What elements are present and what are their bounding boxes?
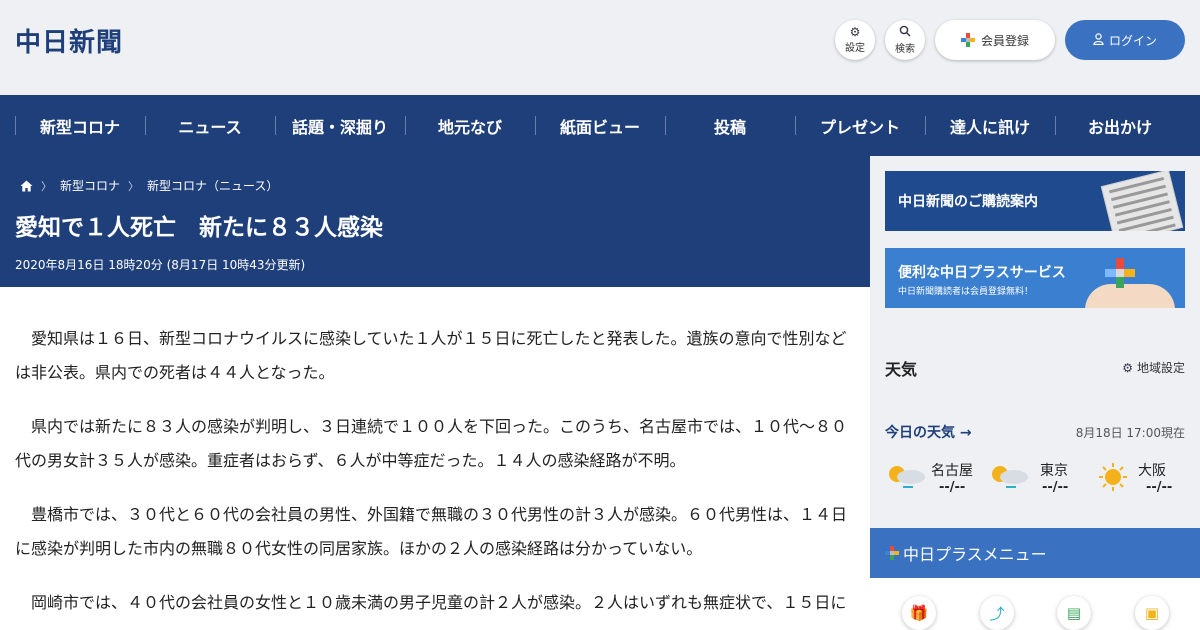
plus-menu-label: 中日プラスメニュー	[903, 545, 1047, 564]
weather-city-nagoya[interactable]: 名古屋 --/--	[885, 458, 985, 498]
chunichi-plus-icon	[1105, 258, 1135, 288]
plus-service-banner[interactable]: 便利な中日プラスサービス 中日新聞購読者は会員登録無料！	[885, 248, 1185, 308]
breadcrumb-item[interactable]: 新型コロナ	[60, 177, 120, 194]
subscription-banner-label: 中日新聞のご購読案内	[898, 194, 1038, 210]
search-label: 検索	[895, 44, 915, 55]
global-nav: 新型コロナ ニュース 話題・深掘り 地元なび 紙面ビュー 投稿 プレゼント 達人…	[0, 95, 1200, 156]
city-temp: --/--	[1042, 480, 1069, 495]
search-button[interactable]: 検索	[885, 20, 925, 60]
site-logo[interactable]: 中日新聞	[15, 22, 123, 59]
city-temp: --/--	[1146, 480, 1173, 495]
chunichi-plus-icon	[885, 546, 899, 560]
nav-item-topics[interactable]: 話題・深掘り	[275, 95, 405, 156]
route-icon[interactable]: ⤴	[980, 596, 1014, 630]
article-title: 愛知で１人死亡 新たに８３人感染	[15, 215, 383, 241]
region-settings-link[interactable]: ⚙ 地域設定	[1122, 359, 1185, 376]
chevron-right-icon: 〉	[128, 179, 140, 193]
article-paragraph: 県内では新たに８３人の感染が判明し、３日連続で１００人を下回った。このうち、名古…	[15, 417, 848, 470]
gift-icon[interactable]: 🎁	[902, 596, 936, 630]
home-icon[interactable]	[20, 180, 33, 192]
article-paragraph: 豊橋市では、３０代と６０代の会社員の男性、外国籍で無職の３０代男性の計３人が感染…	[15, 505, 848, 558]
nav-item-news[interactable]: ニュース	[145, 95, 275, 156]
sidebar: 中日新聞のご購読案内 便利な中日プラスサービス 中日新聞購読者は会員登録無料！ …	[870, 156, 1200, 630]
settings-label: 設定	[845, 43, 865, 54]
plus-service-subtitle: 中日新聞購読者は会員登録無料！	[898, 287, 1034, 297]
breadcrumb-item[interactable]: 新型コロナ（ニュース）	[147, 177, 278, 194]
chunichi-plus-icon	[960, 33, 975, 47]
article-paragraph: 岡崎市では、４０代の会社員の女性と１０歳未満の男子児童の計２人が感染。２人はいず…	[31, 593, 847, 612]
settings-button[interactable]: ⚙ 設定	[835, 20, 875, 60]
nav-item-paper-view[interactable]: 紙面ビュー	[535, 95, 665, 156]
article-date: 2020年8月16日 18時20分 (8月17日 10時43分更新)	[15, 258, 306, 272]
region-settings-label: 地域設定	[1136, 361, 1185, 375]
nav-item-corona[interactable]: 新型コロナ	[15, 95, 145, 156]
chevron-right-icon: 〉	[41, 179, 52, 193]
subscription-banner[interactable]: 中日新聞のご購読案内	[885, 171, 1185, 231]
register-button[interactable]: 会員登録	[935, 20, 1055, 60]
nav-item-post[interactable]: 投稿	[665, 95, 795, 156]
plus-menu-icons: 🎁 ⤴ ▤ ▣	[870, 578, 1200, 630]
nav-item-local[interactable]: 地元なび	[405, 95, 535, 156]
city-temp: --/--	[939, 480, 966, 495]
sun-cloud-rain-icon	[992, 466, 1028, 488]
city-name: 名古屋	[931, 463, 973, 479]
newspaper-icon	[1100, 171, 1184, 231]
site-header: 中日新聞 ⚙ 設定 検索 会員登録 ログイン	[0, 0, 1200, 95]
nav-item-present[interactable]: プレゼント	[795, 95, 925, 156]
today-weather-link[interactable]: 今日の天気 →	[885, 422, 972, 442]
breadcrumb: 〉 新型コロナ 〉 新型コロナ（ニュース）	[20, 177, 278, 194]
article-paragraph: 愛知県は１６日、新型コロナウイルスに感染していた１人が１５日に死亡したと発表した…	[15, 329, 847, 382]
plus-menu-header[interactable]: 中日プラスメニュー	[870, 528, 1200, 578]
search-icon	[899, 25, 911, 40]
gear-icon: ⚙	[849, 25, 861, 39]
weather-city-osaka[interactable]: 大阪 --/--	[1092, 458, 1192, 498]
article-body: 愛知県は１６日、新型コロナウイルスに感染していた１人が１５日に死亡したと発表した…	[15, 322, 850, 630]
nav-item-experts[interactable]: 達人に訊け	[925, 95, 1055, 156]
article-header: 〉 新型コロナ 〉 新型コロナ（ニュース） 愛知で１人死亡 新たに８３人感染 2…	[0, 156, 870, 287]
weather-title: 天気	[885, 360, 918, 379]
gear-icon: ⚙	[1122, 360, 1133, 375]
city-name: 東京	[1040, 463, 1068, 479]
plus-service-title: 便利な中日プラスサービス	[898, 265, 1066, 281]
login-button[interactable]: ログイン	[1065, 20, 1185, 60]
weather-city-tokyo[interactable]: 東京 --/--	[988, 458, 1088, 498]
nav-item-outing[interactable]: お出かけ	[1055, 95, 1185, 156]
register-label: 会員登録	[980, 33, 1029, 48]
sun-icon	[1099, 463, 1127, 491]
weather-timestamp: 8月18日 17:00現在	[1075, 426, 1185, 440]
box-icon[interactable]: ▣	[1135, 596, 1169, 630]
city-name: 大阪	[1138, 463, 1166, 479]
coupon-icon[interactable]: ▤	[1057, 596, 1091, 630]
login-label: ログイン	[1108, 33, 1157, 48]
sun-cloud-rain-icon	[889, 466, 925, 488]
user-icon	[1093, 32, 1104, 48]
